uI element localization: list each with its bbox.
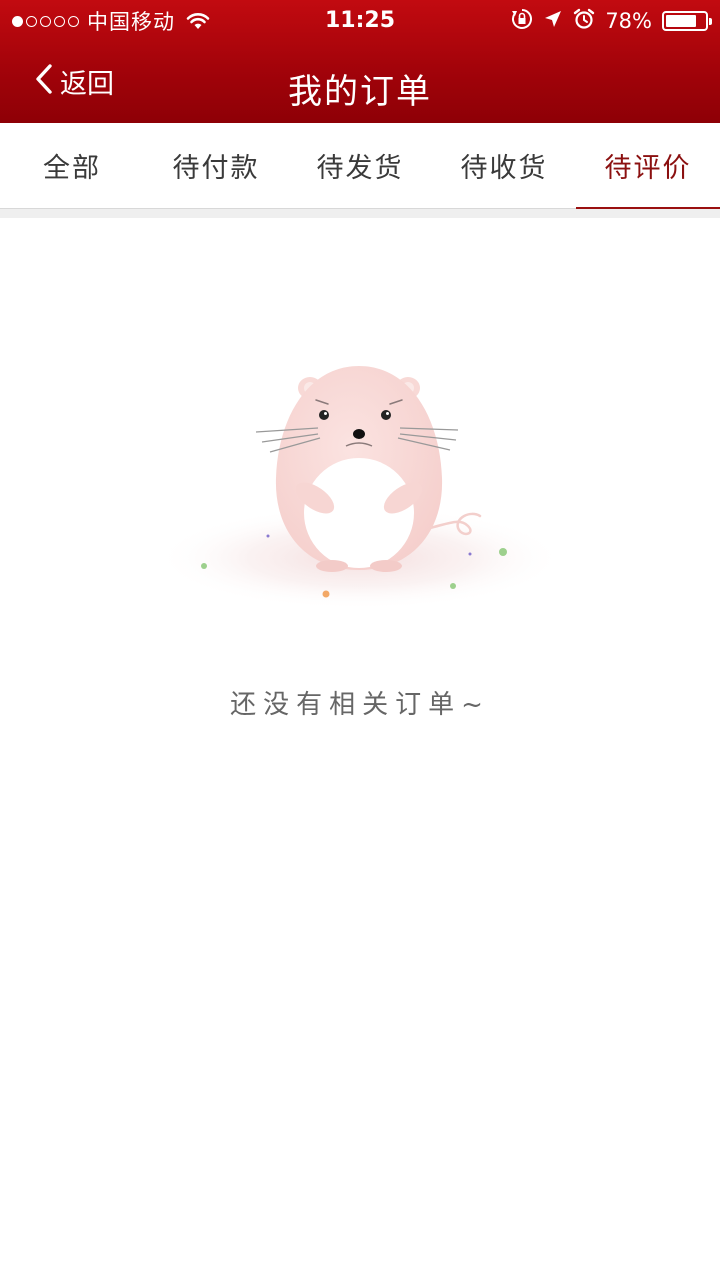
empty-state: 还没有相关订单~	[0, 218, 720, 1281]
tab-pending-shipment[interactable]: 待发货	[288, 123, 432, 208]
sad-mouse-illustration	[155, 366, 565, 610]
divider	[0, 209, 720, 218]
app-header: 中国移动 11:25 78% 返回 我的订单	[0, 0, 720, 123]
status-bar: 中国移动 11:25 78%	[0, 0, 720, 42]
alarm-clock-icon	[573, 8, 595, 34]
battery-fill	[666, 15, 696, 27]
tab-pending-review[interactable]: 待评价	[576, 123, 720, 209]
tab-pending-receipt[interactable]: 待收货	[432, 123, 576, 208]
tab-pending-payment[interactable]: 待付款	[144, 123, 288, 208]
navigation-bar: 返回 我的订单	[0, 42, 720, 123]
battery-percent: 78%	[605, 9, 652, 33]
order-status-tabs: 全部 待付款 待发货 待收货 待评价	[0, 123, 720, 209]
tab-all[interactable]: 全部	[0, 123, 144, 208]
status-right: 78%	[511, 6, 712, 36]
page-title: 我的订单	[288, 72, 432, 112]
battery-icon	[662, 11, 712, 31]
empty-message: 还没有相关订单~	[230, 690, 490, 720]
location-arrow-icon	[543, 9, 563, 33]
rotation-lock-icon	[511, 8, 533, 34]
